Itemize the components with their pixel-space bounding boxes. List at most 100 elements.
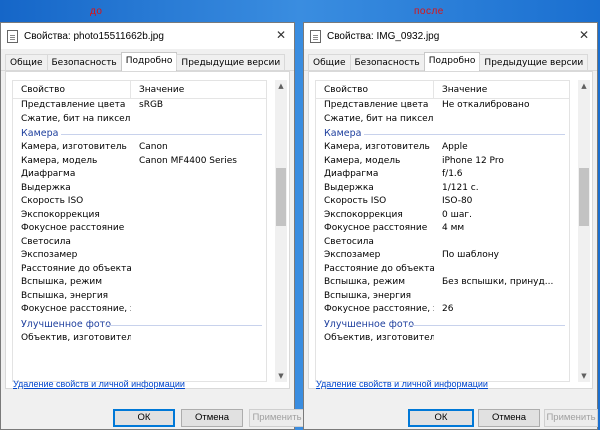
column-header-property[interactable]: Свойство [13,81,131,98]
before-label: до [90,6,103,17]
column-header-value[interactable]: Значение [131,85,184,95]
scroll-thumb[interactable] [276,168,286,226]
list-item[interactable]: Светосила [13,236,266,250]
file-icon [310,29,321,43]
list-item[interactable]: Камера, изготовитель Apple [316,141,569,155]
details-panel: Свойство Значение Представление цвета sRG… [5,71,290,389]
apply-button[interactable]: Применить [544,409,598,427]
list-item[interactable]: Экспокоррекция [13,209,266,223]
tab-2[interactable]: Подробно [120,52,178,71]
list-item[interactable]: Экспозамер По шаблону [316,249,569,263]
remove-properties-link[interactable]: Удаление свойств и личной информации [316,379,488,389]
cancel-button[interactable]: Отмена [181,409,243,427]
list-item[interactable]: Фокусное расстояние [13,222,266,236]
property-value [131,263,139,277]
list-item[interactable]: Расстояние до объекта [316,263,569,277]
property-value: ISO-80 [442,196,473,206]
list-item[interactable]: Скорость ISO ISO-80 [316,195,569,209]
list-item[interactable]: Сжатие, бит на пиксель [316,113,569,127]
list-item[interactable]: Вспышка, энергия [316,290,569,304]
tab-0[interactable]: Общие [5,54,48,70]
list-item[interactable]: Сжатие, бит на пиксель [13,113,266,127]
list-item[interactable]: Камера, модель iPhone 12 Pro [316,155,569,169]
list-item[interactable]: Камера, модель Canon MF4400 Series [13,155,266,169]
cancel-button[interactable]: Отмена [478,409,540,427]
scroll-up-icon[interactable]: ▲ [578,80,590,92]
property-value: iPhone 12 Pro [442,155,504,166]
property-name: Камера, модель [21,155,98,166]
property-name: Вспышка, режим [324,277,406,287]
property-value: Apple [442,142,468,152]
tab-1[interactable]: Безопасность [46,54,122,70]
scroll-up-icon[interactable]: ▲ [275,80,287,92]
list-item[interactable]: Представление цвета sRGB [13,99,266,113]
title-bar[interactable]: Свойства: photo15511662b.jpg ✕ [1,23,294,49]
scroll-down-icon[interactable]: ▼ [578,370,590,382]
ok-button[interactable]: ОК [113,409,175,427]
list-item[interactable]: Вспышка, режим Без вспышки, принуд... [316,276,569,290]
remove-properties-link[interactable]: Удаление свойств и личной информации [13,379,185,389]
list-item[interactable]: Диафрагма f/1.6 [316,168,569,182]
list-header: Свойство Значение [13,81,266,99]
scroll-thumb[interactable] [579,168,589,226]
property-value: 1/121 с. [442,182,479,193]
group-advanced-photo: Улучшенное фото [13,317,266,332]
list-item[interactable]: Расстояние до объекта [13,263,266,277]
property-name: Фокусное расстояние [21,223,125,233]
list-header: Свойство Значение [316,81,569,99]
vertical-scrollbar[interactable]: ▲ ▼ [275,80,287,382]
tab-3[interactable]: Предыдущие версии [479,54,589,70]
details-panel: Свойство Значение Представление цвета Не … [308,71,593,389]
group-camera: Камера [316,126,569,141]
property-name: Сжатие, бит на пиксель [21,113,131,124]
scroll-down-icon[interactable]: ▼ [275,370,287,382]
window-title: Свойства: IMG_0932.jpg [327,30,440,42]
list-item[interactable]: Объектив, изготовитель [316,332,569,346]
close-icon[interactable]: ✕ [276,28,286,42]
column-header-property[interactable]: Свойство [316,81,434,98]
tab-0[interactable]: Общие [308,54,351,70]
column-header-value[interactable]: Значение [434,85,487,95]
vertical-scrollbar[interactable]: ▲ ▼ [578,80,590,382]
list-item[interactable]: Экспозамер [13,249,266,263]
close-icon[interactable]: ✕ [579,28,589,42]
list-item[interactable]: Фокусное расстояние, э... 26 [316,303,569,317]
list-item[interactable]: Фокусное расстояние, э... [13,303,266,317]
property-name: Сжатие, бит на пиксель [324,113,434,124]
property-value: По шаблону [442,250,499,260]
property-value [131,222,139,236]
list-item[interactable]: Вспышка, энергия [13,290,266,304]
property-name: Вспышка, энергия [324,290,412,301]
list-item[interactable]: Светосила [316,236,569,250]
list-item[interactable]: Экспокоррекция 0 шаг. [316,209,569,223]
tab-2[interactable]: Подробно [423,52,481,71]
group-camera: Камера [13,126,266,141]
property-value: Без вспышки, принуд... [442,277,554,287]
tab-strip: Общие Безопасность Подробно Предыдущие верс… [304,49,597,71]
list-item[interactable]: Выдержка [13,182,266,196]
property-name: Вспышка, режим [21,277,103,287]
property-value [434,236,442,250]
property-name: Светосила [21,236,71,247]
tab-1[interactable]: Безопасность [349,54,425,70]
list-item[interactable]: Объектив, изготовитель [13,332,266,346]
property-name: Камера, изготовитель [324,142,430,152]
tab-3[interactable]: Предыдущие версии [176,54,286,70]
property-value [131,209,139,223]
list-item[interactable]: Вспышка, режим [13,276,266,290]
ok-button[interactable]: ОК [408,409,474,427]
property-name: Выдержка [324,182,374,193]
list-item[interactable]: Скорость ISO [13,195,266,209]
list-item[interactable]: Представление цвета Не откалибровано [316,99,569,113]
property-name: Фокусное расстояние, э... [21,304,131,314]
list-item[interactable]: Диафрагма [13,168,266,182]
property-value [434,290,442,304]
file-icon [7,29,18,43]
list-item[interactable]: Фокусное расстояние 4 мм [316,222,569,236]
title-bar[interactable]: Свойства: IMG_0932.jpg ✕ [304,23,597,49]
property-value [131,168,139,182]
list-item[interactable]: Камера, изготовитель Canon [13,141,266,155]
list-item[interactable]: Выдержка 1/121 с. [316,182,569,196]
property-value [131,303,139,317]
apply-button[interactable]: Применить [249,409,305,427]
